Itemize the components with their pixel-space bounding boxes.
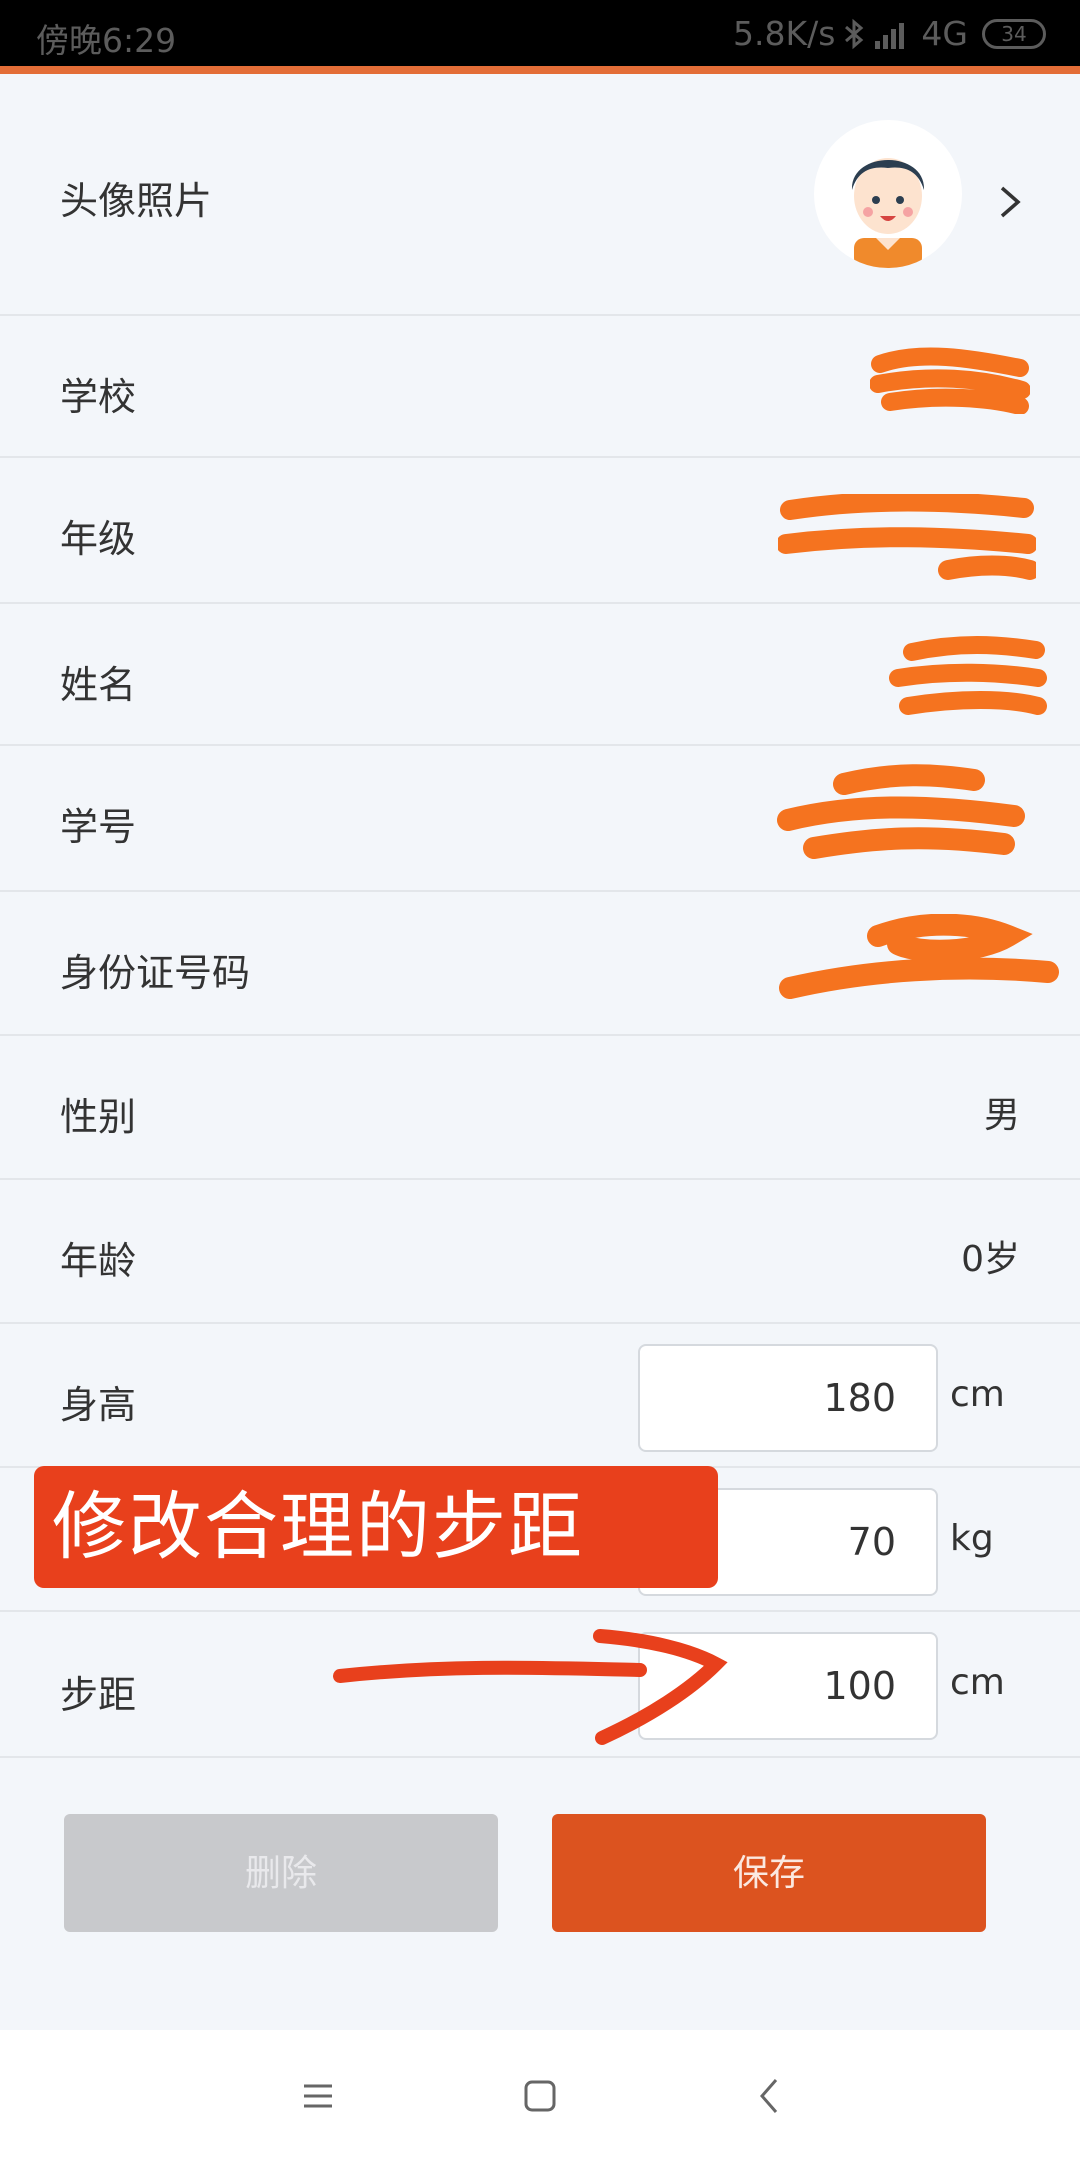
network-speed: 5.8K/s xyxy=(732,14,836,53)
network-type: 4G xyxy=(921,14,968,53)
redaction-mark xyxy=(889,636,1047,715)
height-input[interactable]: 180 xyxy=(638,1344,938,1452)
status-time: 傍晚6:29 xyxy=(36,21,177,60)
annotation-label: 修改合理的步距 xyxy=(34,1466,718,1588)
stride-unit: cm xyxy=(950,1662,1005,1703)
redaction-mark xyxy=(870,347,1030,414)
age-label: 年龄 xyxy=(60,1239,137,1283)
save-button[interactable]: 保存 xyxy=(552,1814,986,1932)
stride-label: 步距 xyxy=(60,1673,137,1717)
menu-icon[interactable] xyxy=(288,2066,348,2126)
avatar[interactable] xyxy=(814,120,962,268)
redaction-mark xyxy=(779,914,1059,999)
name-label: 姓名 xyxy=(60,663,137,707)
grade-label: 年级 xyxy=(60,517,137,561)
avatar-label: 头像照片 xyxy=(60,179,213,223)
height-unit: cm xyxy=(950,1374,1005,1415)
student-id-label: 学号 xyxy=(60,805,137,849)
chevron-right-icon[interactable] xyxy=(996,182,1026,222)
back-icon[interactable] xyxy=(740,2066,800,2126)
redaction-mark xyxy=(778,494,1036,580)
id-card-label: 身份证号码 xyxy=(60,951,251,995)
age-row[interactable]: 年龄 0岁 xyxy=(0,1180,1080,1324)
height-label: 身高 xyxy=(60,1383,137,1427)
age-value: 0岁 xyxy=(961,1239,1020,1280)
gender-row[interactable]: 性别 男 xyxy=(0,1036,1080,1180)
delete-button[interactable]: 删除 xyxy=(64,1814,498,1932)
gender-label: 性别 xyxy=(60,1095,137,1139)
header-accent-line xyxy=(0,66,1080,74)
status-bar: 傍晚6:29 5.8K/s 4G 34 xyxy=(0,0,1080,66)
bluetooth-icon xyxy=(845,18,864,49)
redaction-mark xyxy=(777,764,1025,859)
weight-unit: kg xyxy=(950,1518,994,1559)
system-nav-bar xyxy=(0,2030,1080,2160)
status-indicators: 5.8K/s 4G 34 xyxy=(733,14,1046,53)
annotation-arrow-icon xyxy=(333,1629,728,1745)
gender-value: 男 xyxy=(983,1095,1020,1136)
home-icon[interactable] xyxy=(510,2066,570,2126)
signal-icon xyxy=(875,22,905,49)
battery-icon: 34 xyxy=(982,18,1046,49)
school-label: 学校 xyxy=(60,375,137,419)
avatar-illustration xyxy=(851,158,925,268)
